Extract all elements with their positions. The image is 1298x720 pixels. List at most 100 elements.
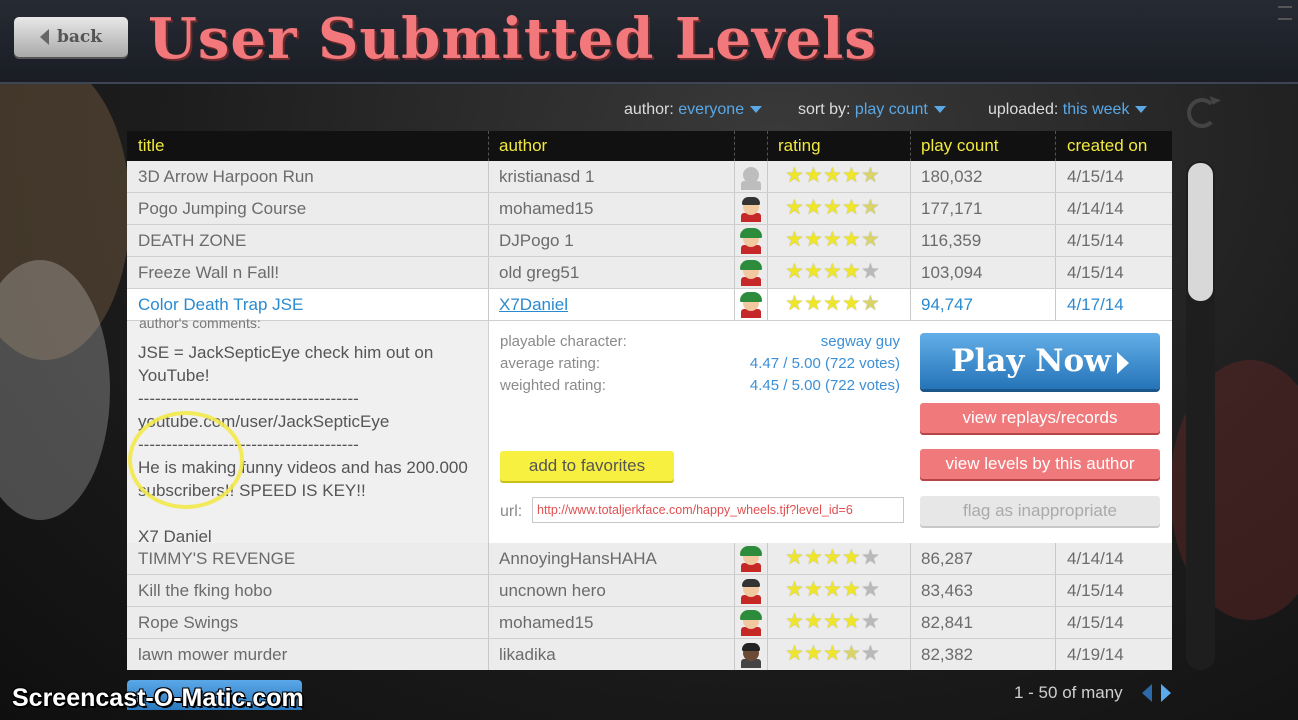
column-header-title[interactable]: title bbox=[138, 136, 164, 156]
play-count: 116,359 bbox=[921, 231, 982, 250]
star-icon: ★ bbox=[804, 260, 823, 283]
star-icon: ★ bbox=[785, 610, 804, 633]
cell-divider bbox=[767, 289, 768, 320]
rating-stars: ★ ★ ★ ★ ★ bbox=[785, 165, 895, 186]
column-header-rating[interactable]: rating bbox=[778, 136, 821, 156]
star-icon: ★ bbox=[804, 578, 823, 601]
table-row[interactable]: lawn mower murder likadika 82,382 4/19/14 ★ ★… bbox=[127, 639, 1172, 670]
level-title[interactable]: lawn mower murder bbox=[138, 645, 287, 665]
rating-stars: ★ ★ ★ ★ ★ bbox=[785, 642, 895, 665]
url-field[interactable] bbox=[532, 497, 904, 523]
table-row[interactable]: Freeze Wall n Fall! old greg51 103,094 4/15… bbox=[127, 257, 1172, 289]
cursor-highlight bbox=[128, 411, 244, 509]
level-title[interactable]: Color Death Trap JSE bbox=[138, 295, 303, 315]
level-title[interactable]: Pogo Jumping Course bbox=[138, 199, 306, 219]
back-label: back bbox=[56, 27, 103, 47]
cell-divider bbox=[734, 575, 735, 606]
play-now-button[interactable]: Play Now bbox=[920, 333, 1160, 389]
star-icon: ★ bbox=[804, 228, 823, 251]
table-row[interactable]: DEATH ZONE DJPogo 1 116,359 4/15/14 ★ ★ ★ ★ ★ bbox=[127, 225, 1172, 257]
cell-divider bbox=[734, 225, 735, 256]
star-icon: ★ bbox=[785, 642, 804, 665]
view-replays-button[interactable]: view replays/records bbox=[920, 403, 1160, 433]
level-title[interactable]: Freeze Wall n Fall! bbox=[138, 263, 279, 283]
column-separator bbox=[767, 131, 768, 161]
star-icon: ★ bbox=[823, 578, 842, 601]
level-author[interactable]: kristianasd 1 bbox=[499, 167, 594, 187]
character-avatar-icon bbox=[736, 641, 766, 668]
character-avatar-icon bbox=[736, 609, 766, 636]
star-icon: ★ bbox=[861, 642, 880, 665]
star-icon: ★ bbox=[785, 196, 804, 219]
column-header-created-on[interactable]: created on bbox=[1067, 136, 1147, 156]
playable-character-value: segway guy bbox=[820, 333, 900, 350]
star-icon: ★ bbox=[861, 610, 880, 633]
table-row[interactable]: Pogo Jumping Course mohamed15 177,171 4/14/… bbox=[127, 193, 1172, 225]
comments-label: author's comments: bbox=[139, 315, 261, 331]
play-count: 86,287 bbox=[921, 549, 973, 568]
play-now-label: Play Now bbox=[951, 343, 1111, 379]
created-on: 4/14/14 bbox=[1067, 549, 1124, 568]
level-title[interactable]: Rope Swings bbox=[138, 613, 238, 633]
star-icon: ★ bbox=[785, 260, 804, 283]
sort-filter[interactable]: sort by: play count bbox=[798, 101, 946, 119]
author-filter-label: author: bbox=[624, 101, 674, 118]
add-to-favorites-button[interactable]: add to favorites bbox=[500, 451, 674, 481]
weighted-rating-label: weighted rating: bbox=[500, 377, 606, 394]
table-row[interactable]: Rope Swings mohamed15 82,841 4/15/14 ★ ★ ★ ★ ★ bbox=[127, 607, 1172, 639]
play-count: 177,171 bbox=[921, 199, 983, 218]
level-author[interactable]: old greg51 bbox=[499, 263, 579, 283]
cell-divider bbox=[488, 639, 489, 670]
cell-divider bbox=[734, 193, 735, 224]
uploaded-filter[interactable]: uploaded: this week bbox=[988, 101, 1148, 119]
column-header-author[interactable]: author bbox=[499, 136, 547, 156]
star-icon: ★ bbox=[804, 642, 823, 665]
filter-bar: author: everyone sort by: play count upl… bbox=[624, 101, 1184, 123]
refresh-icon[interactable] bbox=[1187, 98, 1217, 128]
level-author[interactable]: DJPogo 1 bbox=[499, 231, 574, 251]
cell-divider bbox=[488, 257, 489, 288]
level-author[interactable]: mohamed15 bbox=[499, 199, 594, 219]
star-icon: ★ bbox=[861, 196, 880, 219]
level-author[interactable]: uncnown hero bbox=[499, 581, 606, 601]
chevron-down-icon bbox=[933, 106, 946, 114]
level-author[interactable]: AnnoyingHansHAHA bbox=[499, 549, 657, 569]
character-avatar-icon bbox=[736, 545, 766, 572]
table-row[interactable]: Kill the fking hobo uncnown hero 83,463 4/1… bbox=[127, 575, 1172, 607]
author-filter[interactable]: author: everyone bbox=[624, 101, 763, 119]
scrollbar-thumb[interactable] bbox=[1188, 163, 1213, 301]
level-title[interactable]: DEATH ZONE bbox=[138, 231, 246, 251]
level-title[interactable]: TIMMY'S REVENGE bbox=[138, 549, 295, 569]
table-row[interactable]: TIMMY'S REVENGE AnnoyingHansHAHA 86,287 4/1… bbox=[127, 543, 1172, 575]
back-arrow-icon bbox=[39, 29, 49, 45]
back-button[interactable]: back bbox=[14, 17, 128, 57]
cell-divider bbox=[1055, 225, 1056, 256]
level-author[interactable]: mohamed15 bbox=[499, 613, 594, 633]
star-icon: ★ bbox=[785, 578, 804, 601]
scrollbar[interactable] bbox=[1186, 161, 1215, 670]
author-filter-value: everyone bbox=[678, 101, 745, 118]
level-author[interactable]: X7Daniel bbox=[499, 295, 568, 315]
prev-page-icon[interactable] bbox=[1142, 684, 1152, 702]
level-title[interactable]: 3D Arrow Harpoon Run bbox=[138, 167, 314, 187]
column-separator bbox=[910, 131, 911, 161]
cell-divider bbox=[734, 257, 735, 288]
next-page-icon[interactable] bbox=[1161, 684, 1171, 702]
cell-divider bbox=[1055, 575, 1056, 606]
cell-divider bbox=[1055, 639, 1056, 670]
flag-inappropriate-button[interactable]: flag as inappropriate bbox=[920, 496, 1160, 526]
star-icon: ★ bbox=[785, 228, 804, 251]
playable-character-label: playable character: bbox=[500, 333, 627, 350]
play-count: 180,032 bbox=[921, 167, 983, 186]
created-on: 4/17/14 bbox=[1067, 295, 1124, 314]
view-levels-by-author-button[interactable]: view levels by this author bbox=[920, 449, 1160, 479]
level-author[interactable]: likadika bbox=[499, 645, 556, 665]
star-icon: ★ bbox=[842, 642, 861, 665]
level-title[interactable]: Kill the fking hobo bbox=[138, 581, 272, 601]
play-count: 82,382 bbox=[921, 645, 973, 664]
cell-divider bbox=[488, 543, 489, 574]
table-row[interactable]: 3D Arrow Harpoon Run kristianasd 1 180,032… bbox=[127, 161, 1172, 193]
table-row[interactable]: Color Death Trap JSE X7Daniel 94,747 4/17/1… bbox=[127, 289, 1172, 321]
top-bar: back User Submitted Levels bbox=[0, 0, 1298, 84]
column-header-play-count[interactable]: play count bbox=[921, 136, 999, 156]
